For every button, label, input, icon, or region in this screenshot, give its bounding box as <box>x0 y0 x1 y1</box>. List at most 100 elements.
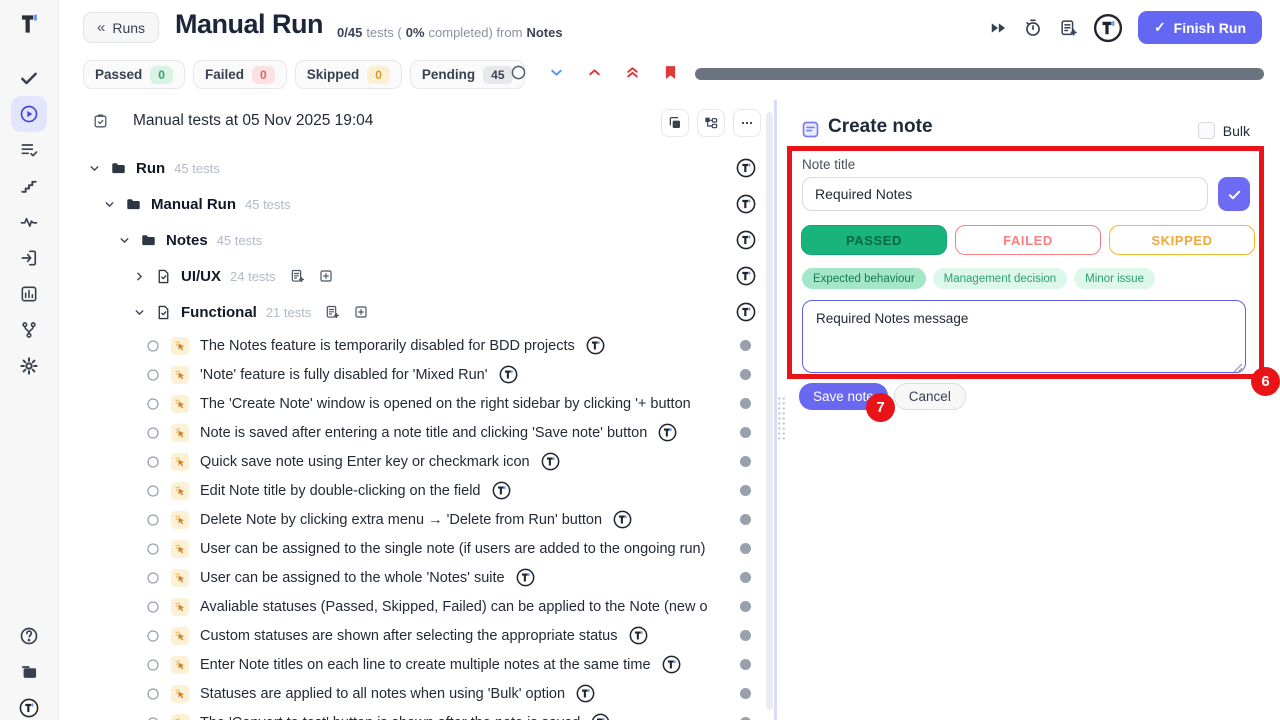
sidebar-item[interactable] <box>11 348 47 384</box>
chevron-down-icon[interactable] <box>103 198 116 211</box>
collapse-up-icon[interactable] <box>586 64 603 81</box>
status-circle-icon[interactable] <box>146 658 160 672</box>
test-row[interactable]: Avaliable statuses (Passed, Skipped, Fai… <box>58 592 774 621</box>
status-circle-icon[interactable] <box>146 513 160 527</box>
test-row[interactable]: Enter Note titles on each line to create… <box>58 650 774 679</box>
logo-badge-icon[interactable] <box>1093 13 1123 43</box>
textarea-resize-handle[interactable] <box>1233 360 1243 370</box>
status-circle-icon[interactable] <box>146 484 160 498</box>
test-row[interactable]: Edit Note title by double-clicking on th… <box>58 476 774 505</box>
filter-chip-passed[interactable]: Passed0 <box>83 60 185 89</box>
sidebar-item[interactable] <box>11 168 47 204</box>
testomat-badge-icon[interactable] <box>586 336 605 355</box>
suite-row[interactable]: Functional21 tests <box>58 294 774 330</box>
fast-forward-icon[interactable] <box>988 18 1008 38</box>
finish-run-button[interactable]: ✓ Finish Run <box>1138 11 1262 44</box>
save-note-button[interactable]: Save note <box>799 383 888 410</box>
suite-row[interactable]: Notes45 tests <box>58 222 774 258</box>
sidebar-item[interactable] <box>11 132 47 168</box>
status-circle-icon[interactable] <box>146 600 160 614</box>
status-circle-icon[interactable] <box>510 64 527 81</box>
sidebar-item[interactable] <box>11 618 47 654</box>
bulk-toggle[interactable]: Bulk <box>1198 122 1250 139</box>
status-circle-icon[interactable] <box>146 455 160 469</box>
note-message-textarea[interactable]: Required Notes message <box>802 300 1246 373</box>
status-circle-icon[interactable] <box>146 339 160 353</box>
test-row[interactable]: Custom statuses are shown after selectin… <box>58 621 774 650</box>
sidebar-item[interactable] <box>11 654 47 690</box>
testomat-badge-icon[interactable] <box>658 423 677 442</box>
test-row[interactable]: User can be assigned to the single note … <box>58 534 774 563</box>
sidebar-item[interactable] <box>11 60 47 96</box>
testomat-badge-icon[interactable] <box>629 626 648 645</box>
note-tag[interactable]: Management decision <box>933 268 1068 289</box>
test-row[interactable]: Delete Note by clicking extra menu → 'De… <box>58 505 774 534</box>
chevron-down-icon[interactable] <box>133 306 146 319</box>
note-tag[interactable]: Minor issue <box>1074 268 1155 289</box>
status-circle-icon[interactable] <box>146 687 160 701</box>
testomat-badge-icon[interactable] <box>736 266 756 286</box>
test-row[interactable]: Note is saved after entering a note titl… <box>58 418 774 447</box>
filter-chip-failed[interactable]: Failed0 <box>193 60 287 89</box>
timer-icon[interactable] <box>1023 18 1043 38</box>
cancel-button[interactable]: Cancel <box>894 383 966 410</box>
quick-save-check-button[interactable] <box>1218 177 1250 211</box>
add-note-icon[interactable] <box>289 268 305 284</box>
note-title-input[interactable] <box>802 177 1208 211</box>
sidebar-item[interactable] <box>11 312 47 348</box>
bookmark-icon[interactable] <box>662 64 679 81</box>
status-button-failed[interactable]: FAILED <box>955 225 1101 255</box>
add-note-icon[interactable] <box>1058 18 1078 38</box>
testomat-badge-icon[interactable] <box>541 452 560 471</box>
app-logo-icon[interactable] <box>0 8 58 40</box>
test-row[interactable]: Quick save note using Enter key or check… <box>58 447 774 476</box>
test-row[interactable]: User can be assigned to the whole 'Notes… <box>58 563 774 592</box>
testomat-badge-icon[interactable] <box>736 158 756 178</box>
tree-scrollbar[interactable] <box>766 112 773 710</box>
sidebar-item[interactable] <box>11 96 47 132</box>
sidebar-item[interactable] <box>11 276 47 312</box>
tree-view-button[interactable] <box>697 109 725 137</box>
plus-square-icon[interactable] <box>353 304 369 320</box>
filter-chip-skipped[interactable]: Skipped0 <box>295 60 402 89</box>
chevron-down-icon[interactable] <box>88 162 101 175</box>
status-button-passed[interactable]: PASSED <box>801 225 947 255</box>
status-circle-icon[interactable] <box>146 397 160 411</box>
status-circle-icon[interactable] <box>146 571 160 585</box>
status-circle-icon[interactable] <box>146 426 160 440</box>
testomat-badge-icon[interactable] <box>613 510 632 529</box>
sidebar-item[interactable] <box>11 240 47 276</box>
sidebar-item[interactable] <box>11 204 47 240</box>
plus-square-icon[interactable] <box>318 268 334 284</box>
back-to-runs-button[interactable]: « Runs <box>83 12 159 43</box>
testomat-badge-icon[interactable] <box>576 684 595 703</box>
collapse-all-icon[interactable] <box>624 64 641 81</box>
testomat-badge-icon[interactable] <box>662 655 681 674</box>
status-circle-icon[interactable] <box>146 716 160 720</box>
testomat-badge-icon[interactable] <box>591 713 610 720</box>
test-row[interactable]: 'Note' feature is fully disabled for 'Mi… <box>58 360 774 389</box>
more-button[interactable] <box>733 109 761 137</box>
bulk-checkbox[interactable] <box>1198 122 1215 139</box>
suite-row[interactable]: Run45 tests <box>58 150 774 186</box>
suite-row[interactable]: Manual Run45 tests <box>58 186 774 222</box>
status-circle-icon[interactable] <box>146 368 160 382</box>
testomat-badge-icon[interactable] <box>736 194 756 214</box>
test-row[interactable]: The 'Convert to test' button is shown af… <box>58 708 774 720</box>
test-row[interactable]: Statuses are applied to all notes when u… <box>58 679 774 708</box>
panel-resize-handle[interactable] <box>777 396 786 442</box>
testomat-badge-icon[interactable] <box>516 568 535 587</box>
status-circle-icon[interactable] <box>146 542 160 556</box>
testomat-badge-icon[interactable] <box>499 365 518 384</box>
chevron-down-icon[interactable] <box>118 234 131 247</box>
suite-row[interactable]: UI/UX24 tests <box>58 258 774 294</box>
status-circle-icon[interactable] <box>146 629 160 643</box>
filter-chip-pending[interactable]: Pending45 <box>410 60 525 89</box>
test-row[interactable]: The 'Create Note' window is opened on th… <box>58 389 774 418</box>
testomat-badge-icon[interactable] <box>736 302 756 322</box>
add-note-icon[interactable] <box>324 304 340 320</box>
test-row[interactable]: The Notes feature is temporarily disable… <box>58 331 774 360</box>
note-tag[interactable]: Expected behaviour <box>802 268 926 289</box>
copy-button[interactable] <box>661 109 689 137</box>
testomat-badge-icon[interactable] <box>492 481 511 500</box>
